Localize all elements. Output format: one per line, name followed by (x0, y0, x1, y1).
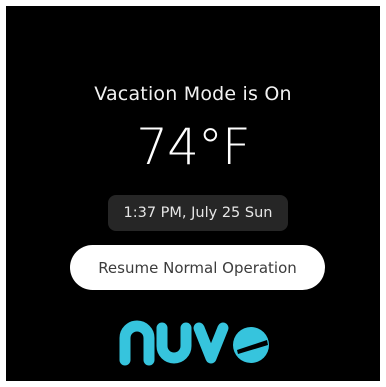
nuve-logo (119, 320, 269, 366)
temperature-readout: 74°F (136, 118, 250, 176)
resume-normal-operation-button[interactable]: Resume Normal Operation (70, 245, 325, 290)
resume-button-label: Resume Normal Operation (98, 258, 297, 277)
vacation-mode-status: Vacation Mode is On (94, 83, 292, 105)
datetime-label: 1:37 PM, July 25 Sun (123, 205, 273, 221)
datetime-display: 1:37 PM, July 25 Sun (108, 195, 288, 231)
thermostat-screen: Vacation Mode is On 74°F 1:37 PM, July 2… (6, 6, 380, 381)
